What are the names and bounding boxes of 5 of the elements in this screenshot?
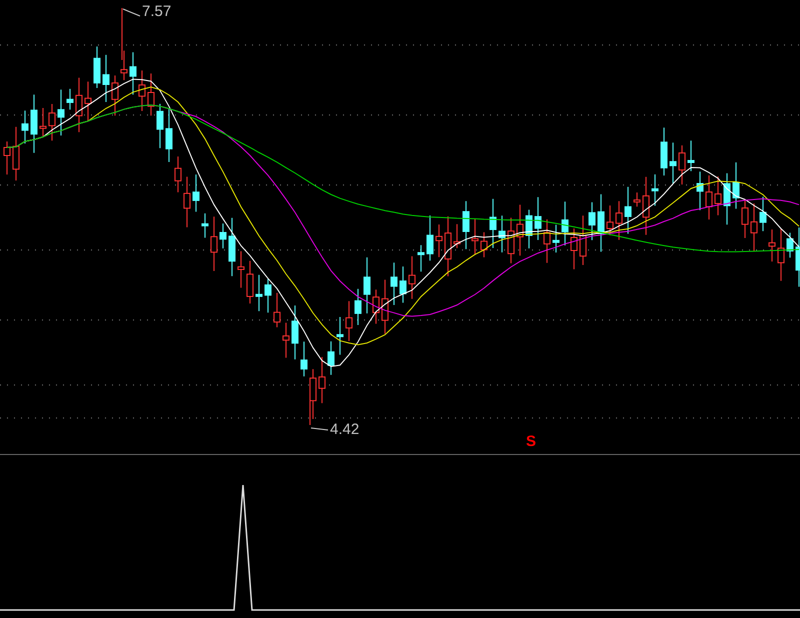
sell-signal-marker: S: [526, 434, 536, 449]
leader-line: [122, 8, 140, 16]
leader-line: [310, 428, 328, 430]
high-price-label: 7.57: [142, 4, 172, 19]
low-price-label: 4.42: [330, 422, 360, 437]
